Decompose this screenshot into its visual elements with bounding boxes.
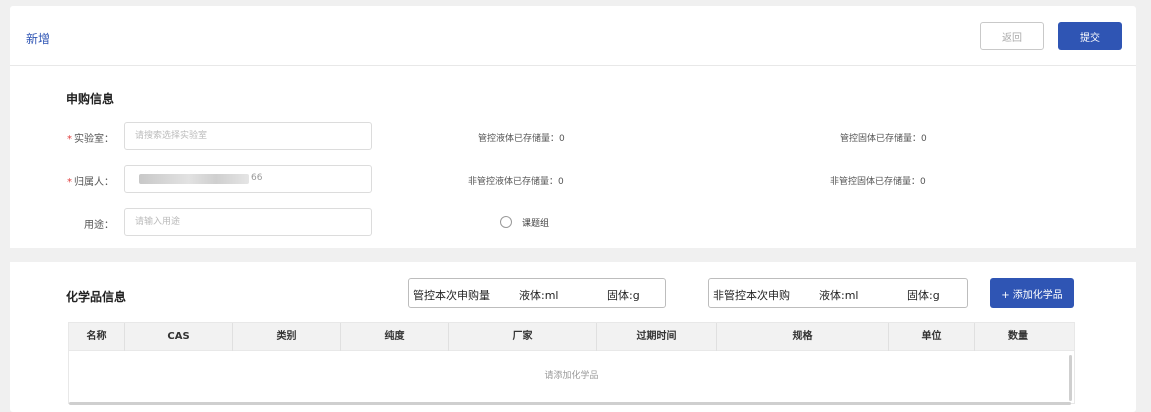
column-header: 厂家 (449, 323, 597, 351)
table-header: 名称 CAS 类别 纯度 厂家 过期时间 规格 单位 数量 (69, 323, 1074, 351)
usage-label: 用途： (84, 220, 114, 231)
purchase-info-title: 申购信息 (66, 92, 115, 106)
controlled-liquid-unit: 液体:ml (519, 289, 559, 302)
nonctrl-solid-stat: 非管控固体已存储量：0 (830, 177, 926, 187)
usage-input[interactable] (124, 208, 372, 236)
form-card: 新增 返回 提交 申购信息 *实验室： 管控液体已存储量：0 管控固体已存储量：… (10, 6, 1136, 412)
controlled-qty-label: 管控本次申购量 (413, 289, 490, 302)
owner-value-tail: 66 (251, 173, 263, 183)
nonctrl-liquid-stat: 非管控液体已存储量：0 (468, 177, 564, 187)
owner-label: * 归属人： (54, 173, 114, 188)
owner-field[interactable]: 66 (124, 165, 372, 193)
vertical-scrollbar[interactable] (1069, 355, 1072, 401)
column-header: CAS (125, 323, 233, 351)
page-title: 新增 (26, 32, 51, 46)
column-header: 过期时间 (597, 323, 717, 351)
column-header: 单位 (889, 323, 975, 351)
lab-search-input[interactable] (124, 122, 372, 150)
noncontrolled-liquid-unit: 液体:ml (819, 289, 859, 302)
column-header: 名称 (69, 323, 125, 351)
lab-label: * 实验室： (54, 130, 114, 145)
owner-label-text: 归属人： (74, 177, 114, 188)
required-mark: * (67, 134, 72, 145)
controlled-solid-unit: 固体:g (607, 289, 640, 302)
column-header: 纯度 (341, 323, 449, 351)
research-group-radio[interactable] (500, 216, 512, 228)
empty-table-message: 请添加化学品 (544, 371, 599, 381)
ctrl-liquid-stat: 管控液体已存储量：0 (478, 134, 565, 144)
noncontrolled-solid-unit: 固体:g (907, 289, 940, 302)
noncontrolled-qty-label: 非管控本次申购 (713, 289, 790, 302)
submit-button[interactable]: 提交 (1058, 22, 1122, 50)
chem-info-title: 化学品信息 (66, 290, 127, 304)
column-header: 数量 (1008, 331, 1028, 342)
chemicals-table: 名称 CAS 类别 纯度 厂家 过期时间 规格 单位 数量 请添加化学品 (68, 322, 1075, 405)
page-header: 新增 返回 提交 (10, 6, 1136, 66)
controlled-qty-box: 管控本次申购量 液体:ml 固体:g (408, 278, 666, 308)
add-chemical-button[interactable]: + 添加化学品 (990, 278, 1074, 308)
column-header: 规格 (717, 323, 889, 351)
column-header: 类别 (233, 323, 341, 351)
back-button[interactable]: 返回 (980, 22, 1044, 50)
ctrl-solid-stat: 管控固体已存储量：0 (840, 134, 927, 144)
required-mark: * (67, 177, 72, 188)
section-divider (10, 248, 1136, 262)
masked-owner-name (139, 174, 249, 184)
research-group-label: 课题组 (522, 219, 550, 229)
noncontrolled-qty-box: 非管控本次申购 液体:ml 固体:g (708, 278, 968, 308)
lab-label-text: 实验室： (74, 134, 114, 145)
horizontal-scrollbar[interactable] (69, 402, 1071, 405)
